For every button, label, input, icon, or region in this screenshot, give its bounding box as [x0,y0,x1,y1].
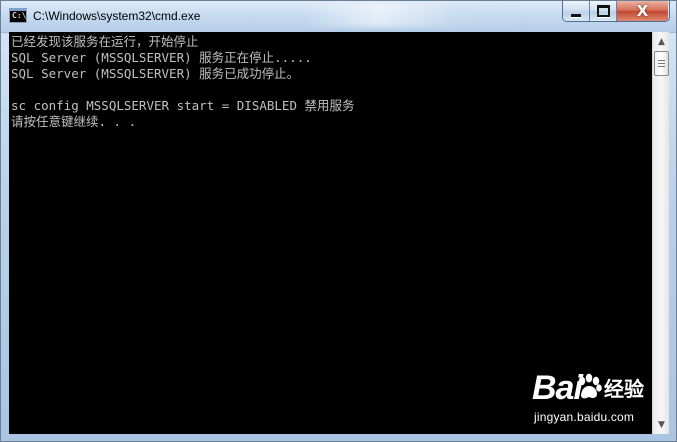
console-line: 请按任意键继续. . . [11,114,137,129]
minimize-icon [571,13,581,17]
cmd-window: C:\ C:\Windows\system32\cmd.exe X 已经发现该服… [0,0,677,442]
minimize-button[interactable] [563,1,590,21]
scroll-up-icon[interactable]: ▲ [654,33,669,50]
maximize-button[interactable] [590,1,617,21]
console-line: SQL Server (MSSQLSERVER) 服务正在停止..... [11,50,312,65]
close-icon: X [636,2,649,20]
scroll-down-icon[interactable]: ▼ [654,416,669,433]
console-output[interactable]: 已经发现该服务在运行，开始停止 SQL Server (MSSQLSERVER)… [9,32,652,434]
close-button[interactable]: X [617,1,668,21]
scroll-thumb[interactable] [654,51,669,76]
vertical-scrollbar[interactable]: ▲ ▼ [652,32,669,434]
title-bar[interactable]: C:\ C:\Windows\system32\cmd.exe X [1,1,676,33]
window-title: C:\Windows\system32\cmd.exe [33,9,201,23]
cmd-icon[interactable]: C:\ [9,8,27,23]
console-line: 已经发现该服务在运行，开始停止 [11,34,199,49]
console-line: SQL Server (MSSQLSERVER) 服务已成功停止。 [11,66,300,81]
console-line: sc config MSSQLSERVER start = DISABLED 禁… [11,98,355,113]
grip-line [658,60,665,61]
grip-line [658,63,665,64]
window-controls: X [562,1,670,22]
maximize-icon [596,5,610,17]
grip-line [658,66,665,67]
